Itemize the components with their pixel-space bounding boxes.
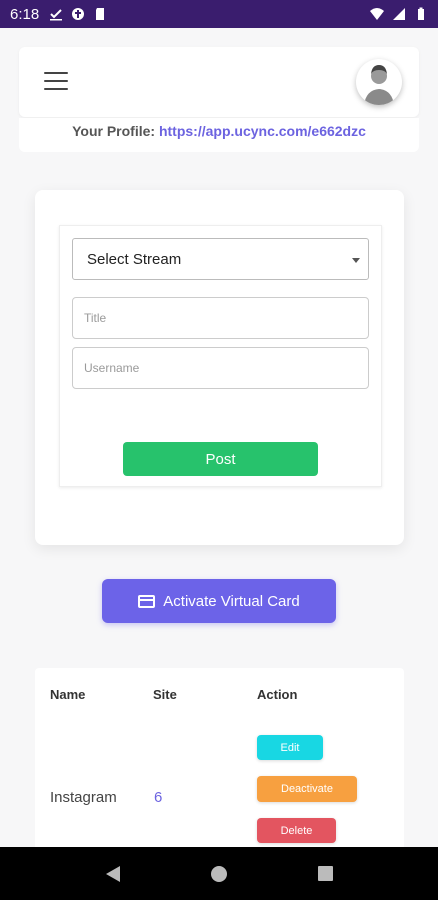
- column-header-action: Action: [257, 687, 298, 702]
- status-icons-right: [370, 7, 428, 21]
- stream-select-value: Select Stream: [87, 251, 182, 268]
- caret-down-icon: [352, 258, 360, 263]
- title-input[interactable]: [72, 297, 369, 339]
- sites-table: Name Site Action Instagram 6 Edit Deacti…: [35, 668, 404, 868]
- post-form: Select Stream Post: [59, 225, 382, 487]
- app-header: [19, 47, 419, 117]
- status-icons-left: [49, 7, 107, 21]
- back-icon[interactable]: [105, 865, 120, 882]
- profile-label: Your Profile:: [72, 123, 156, 139]
- hamburger-menu-icon[interactable]: [44, 72, 68, 90]
- row-site[interactable]: 6: [154, 789, 162, 806]
- sd-card-icon: [96, 8, 105, 20]
- profile-url-link[interactable]: https://app.ucync.com/e662dzc: [159, 123, 366, 139]
- data-saver-icon: [72, 8, 85, 20]
- wifi-icon: [370, 8, 384, 20]
- user-avatar-icon[interactable]: [356, 59, 402, 105]
- credit-card-icon: [138, 594, 156, 608]
- row-name: Instagram: [50, 789, 117, 806]
- username-input[interactable]: [72, 347, 369, 389]
- column-header-site: Site: [153, 687, 177, 702]
- recent-apps-icon[interactable]: [317, 866, 333, 881]
- battery-icon: [418, 7, 424, 20]
- system-nav-bar: [0, 847, 438, 900]
- stream-select[interactable]: Select Stream: [72, 238, 369, 280]
- status-bar: 6:18: [0, 0, 438, 28]
- profile-link-bar: Your Profile: https://app.ucync.com/e662…: [19, 118, 419, 152]
- post-button[interactable]: Post: [123, 442, 318, 476]
- column-header-name: Name: [50, 687, 86, 702]
- signal-icon: [393, 8, 405, 20]
- delete-button[interactable]: Delete: [257, 818, 336, 843]
- activate-virtual-card-button[interactable]: Activate Virtual Card: [102, 579, 336, 623]
- home-icon[interactable]: [210, 865, 227, 882]
- edit-button[interactable]: Edit: [257, 735, 323, 760]
- post-form-card: Select Stream Post: [35, 190, 404, 545]
- status-time: 6:18: [10, 5, 40, 23]
- check-icon: [50, 9, 63, 21]
- activate-virtual-card-label: Activate Virtual Card: [163, 592, 300, 610]
- deactivate-button[interactable]: Deactivate: [257, 776, 357, 802]
